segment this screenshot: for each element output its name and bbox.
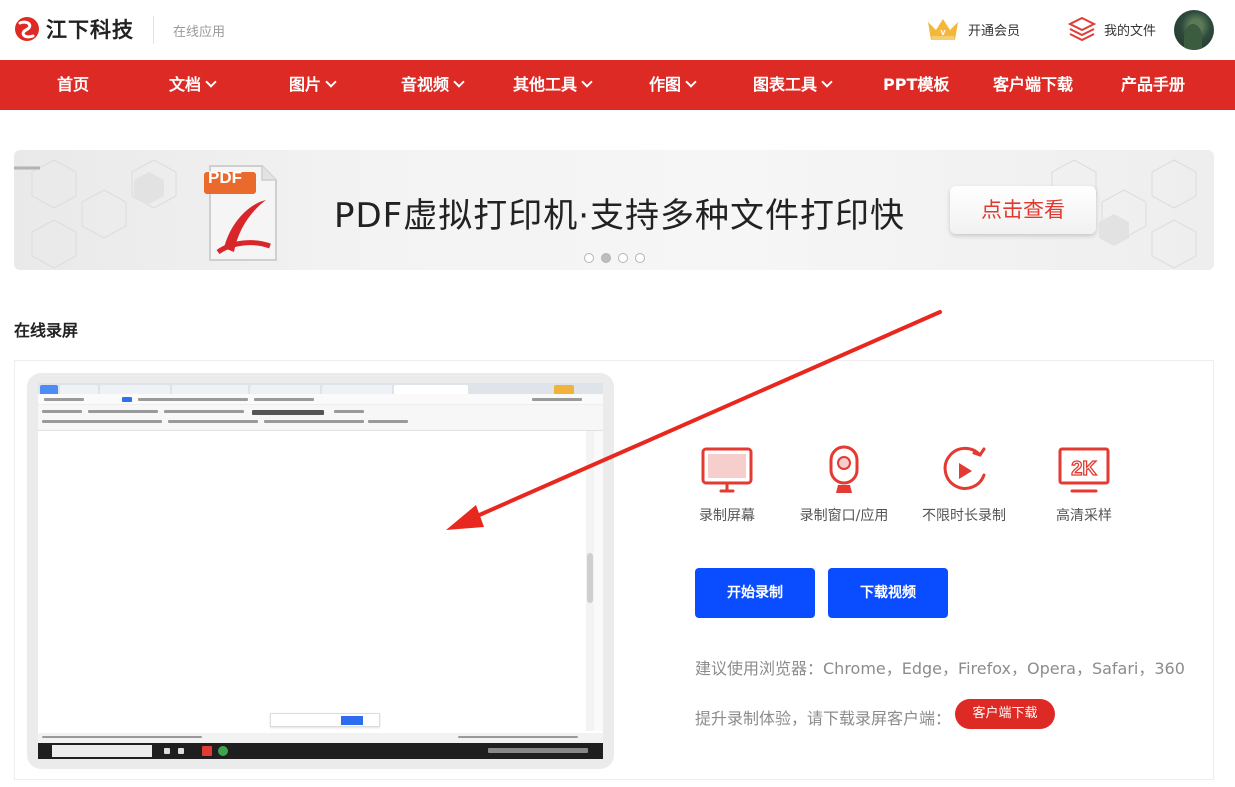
feature-unlimited-duration: 不限时长录制	[909, 441, 1019, 525]
brand-logo[interactable]: 江下科技	[14, 14, 134, 44]
feature-label: 高清采样	[1056, 508, 1112, 524]
main-nav: 首页 文档 图片 音视频 其他工具 作图 图表工具 PPT模板 客户端下载 产品…	[0, 60, 1235, 110]
chevron-down-icon	[453, 76, 465, 88]
download-video-button[interactable]: 下载视频	[828, 568, 948, 618]
preview-find-bar	[270, 713, 380, 727]
feature-label: 录制屏幕	[699, 508, 755, 524]
nav-label: 文档	[169, 75, 202, 94]
preview-menu-bar	[38, 394, 603, 405]
nav-label: 作图	[649, 75, 682, 94]
nav-label: PPT模板	[883, 75, 950, 94]
banner-view-button[interactable]: 点击查看	[950, 186, 1096, 234]
top-header: 江下科技 在线应用 v 开通会员 我的文件	[0, 0, 1235, 60]
nav-label: 音视频	[401, 75, 450, 94]
carousel-dot[interactable]	[584, 253, 594, 263]
my-files-link[interactable]: 我的文件	[1068, 16, 1156, 42]
nav-label: 其他工具	[513, 75, 578, 94]
feature-label: 不限时长录制	[922, 508, 1006, 524]
play-circle-icon	[943, 446, 986, 490]
preview-status-bar	[38, 733, 603, 743]
nav-item-client-download[interactable]: 客户端下载	[993, 60, 1073, 110]
nav-label: 产品手册	[1121, 75, 1186, 94]
preview-scrollbar	[586, 431, 594, 731]
my-files-label: 我的文件	[1104, 23, 1157, 39]
monitor-icon	[701, 447, 753, 493]
header-divider	[153, 16, 154, 44]
nav-item-docs[interactable]: 文档	[169, 60, 217, 110]
nav-item-drawing[interactable]: 作图	[649, 60, 697, 110]
2k-icon-text: 2K	[1071, 458, 1097, 480]
nav-label: 图片	[289, 75, 322, 94]
nav-label: 客户端下载	[993, 75, 1074, 94]
carousel-dots	[584, 253, 645, 263]
nav-label: 图表工具	[753, 75, 818, 94]
site-subtitle: 在线应用	[173, 25, 226, 40]
nav-item-audio-video[interactable]: 音视频	[401, 60, 465, 110]
section-title: 在线录屏	[14, 321, 79, 340]
pdf-badge-text: PDF	[208, 168, 242, 187]
crown-icon: v	[928, 19, 958, 40]
client-hint: 提升录制体验，请下载录屏客户端：	[695, 709, 952, 728]
chevron-down-icon	[205, 76, 217, 88]
feature-record-screen: 录制屏幕	[672, 441, 782, 525]
user-avatar[interactable]	[1174, 10, 1214, 50]
nav-item-manual[interactable]: 产品手册	[1121, 60, 1185, 110]
promo-banner[interactable]: PDF PDF虚拟打印机·支持多种文件打印快 点击查看	[14, 150, 1214, 270]
preview-browser-tabs	[38, 383, 603, 394]
vip-link[interactable]: v 开通会员	[926, 16, 1020, 42]
logo-icon	[15, 17, 39, 41]
chevron-down-icon	[685, 76, 697, 88]
chevron-down-icon	[821, 76, 833, 88]
chevron-down-icon	[581, 76, 593, 88]
carousel-dot[interactable]	[618, 253, 628, 263]
layers-icon	[1068, 16, 1096, 42]
browser-hint: 建议使用浏览器：Chrome，Edge，Firefox，Opera，Safari…	[695, 659, 1185, 678]
webcam-icon	[829, 445, 859, 493]
preview-side-tools	[594, 431, 603, 731]
brand-name: 江下科技	[46, 18, 134, 42]
preview-document-page	[38, 431, 586, 731]
banner-title: PDF虚拟打印机·支持多种文件打印快	[334, 196, 906, 236]
preview-ribbon	[38, 405, 603, 431]
start-recording-button[interactable]: 开始录制	[695, 568, 815, 618]
vip-label: 开通会员	[968, 23, 1021, 39]
client-download-button[interactable]: 客户端下载	[955, 699, 1055, 729]
carousel-dot[interactable]	[635, 253, 645, 263]
preview-screen	[38, 383, 603, 759]
preview-taskbar	[38, 743, 603, 759]
recording-preview	[27, 373, 614, 769]
nav-item-ppt-templates[interactable]: PPT模板	[883, 60, 949, 110]
feature-record-window: 录制窗口/应用	[789, 441, 899, 525]
svg-text:v: v	[940, 27, 945, 37]
screen-recorder-panel: 录制屏幕 录制窗口/应用 不限时长录制 2K 高清采样 开始录制 下载视频 建议…	[14, 360, 1214, 780]
carousel-dot-active[interactable]	[601, 253, 611, 263]
feature-hd-sampling: 2K 高清采样	[1029, 441, 1139, 525]
2k-icon: 2K	[1058, 447, 1110, 493]
feature-label: 录制窗口/应用	[799, 508, 889, 524]
chevron-down-icon	[325, 76, 337, 88]
nav-item-other-tools[interactable]: 其他工具	[513, 60, 593, 110]
nav-item-home[interactable]: 首页	[57, 60, 89, 110]
nav-label: 首页	[57, 75, 90, 94]
nav-item-chart-tools[interactable]: 图表工具	[753, 60, 833, 110]
nav-item-images[interactable]: 图片	[289, 60, 337, 110]
